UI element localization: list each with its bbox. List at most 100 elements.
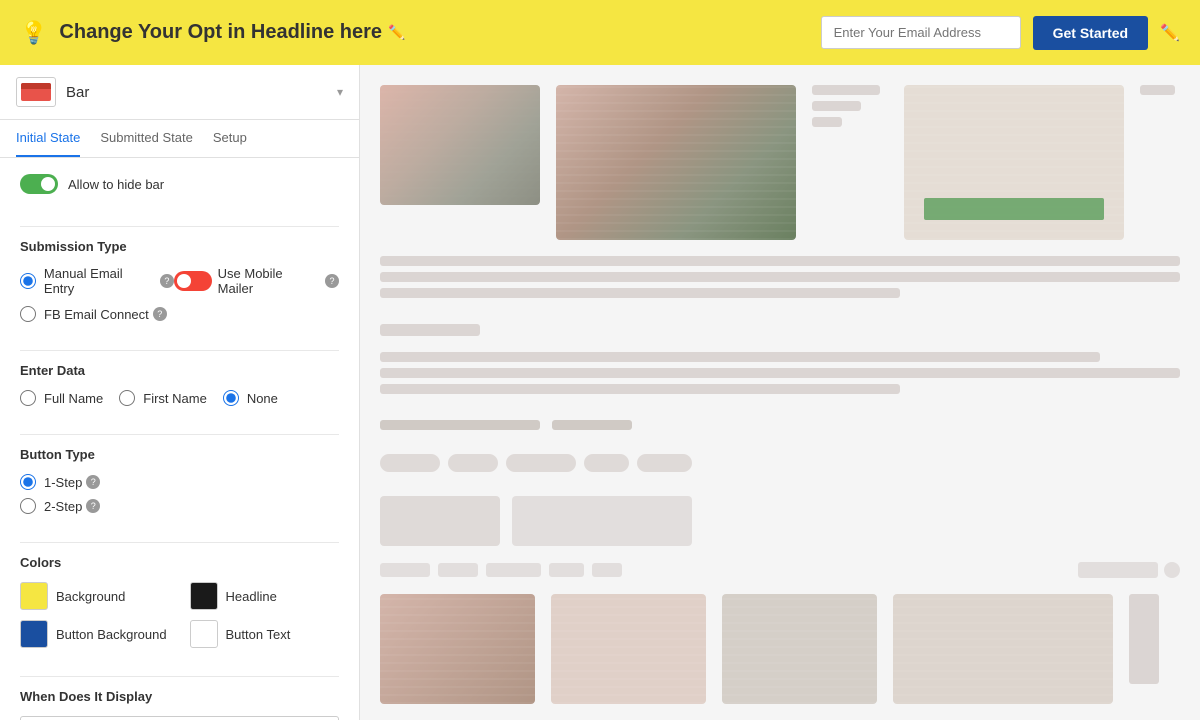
button-bg-color-item[interactable]: Button Background (20, 620, 170, 648)
firstname-label: First Name (143, 391, 207, 406)
firstname-radio-row: First Name (119, 390, 207, 406)
meta-pill-right-1 (1078, 562, 1158, 578)
text-line (380, 420, 540, 430)
tab-submitted-state[interactable]: Submitted State (100, 120, 193, 157)
email-input[interactable] (821, 16, 1021, 49)
bar-type-selector[interactable]: Bar ▾ (0, 65, 359, 120)
manual-email-radio[interactable] (20, 273, 36, 289)
mobile-mailer-row: Use Mobile Mailer ? (174, 266, 339, 296)
tabs: Initial State Submitted State Setup (0, 120, 359, 158)
big-title-block-2 (512, 496, 692, 546)
allow-hide-toggle[interactable] (20, 174, 58, 194)
mobile-mailer-toggle[interactable] (174, 271, 212, 291)
meta-left (380, 563, 622, 577)
button-text-color-label: Button Text (226, 627, 291, 642)
tag-4 (584, 454, 629, 472)
1step-radio[interactable] (20, 474, 36, 490)
fb-email-radio[interactable] (20, 306, 36, 322)
tag-1 (380, 454, 440, 472)
preview-image-6 (722, 594, 877, 704)
preview-image-1 (380, 85, 540, 205)
background-color-swatch[interactable] (20, 582, 48, 610)
text-line-short (380, 324, 480, 336)
preview-image-4 (380, 594, 535, 704)
fullname-label: Full Name (44, 391, 103, 406)
preview-image-3 (904, 85, 1124, 240)
lightbulb-icon: 💡 (20, 20, 47, 46)
allow-hide-section: Allow to hide bar (0, 174, 359, 214)
blurred-content-5 (551, 594, 706, 704)
get-started-button[interactable]: Get Started (1033, 16, 1148, 50)
colors-grid: Background Headline Button Background Bu… (20, 582, 339, 648)
1step-radio-row: 1-Step ? (20, 474, 339, 490)
right-panel (360, 65, 1200, 720)
manual-email-label: Manual Email Entry ? (44, 266, 174, 296)
preview-image-7 (893, 594, 1113, 704)
manual-help-icon[interactable]: ? (160, 274, 174, 288)
preview-image-2 (556, 85, 796, 240)
colors-section: Colors Background Headline Button Backgr… (0, 555, 359, 664)
fb-email-label: FB Email Connect ? (44, 307, 167, 322)
side-text-2 (1129, 594, 1180, 704)
submission-type-section: Submission Type Manual Email Entry ? U (0, 239, 359, 338)
meta-pill-5 (592, 563, 622, 577)
background-color-item[interactable]: Background (20, 582, 170, 610)
2step-label: 2-Step ? (44, 499, 100, 514)
2step-radio[interactable] (20, 498, 36, 514)
none-radio[interactable] (223, 390, 239, 406)
meta-row (380, 562, 1180, 578)
side-text (1140, 85, 1180, 95)
blurred-content-2 (556, 85, 796, 240)
2step-help-icon[interactable]: ? (86, 499, 100, 513)
button-type-section: Button Type 1-Step ? 2-Step ? (0, 447, 359, 530)
headline-color-label: Headline (226, 589, 277, 604)
meta-right (1078, 562, 1180, 578)
text-line (1129, 594, 1159, 684)
text-line (380, 368, 1180, 378)
big-title-area (380, 496, 1180, 546)
meta-pill-2 (438, 563, 478, 577)
mobile-mailer-label: Use Mobile Mailer ? (218, 266, 339, 296)
when-display-dropdown-wrapper: Immediately After 5 seconds After 10 sec… (20, 716, 339, 720)
bar-edit-icon[interactable]: ✏️ (1160, 23, 1180, 43)
bar-icon-preview (16, 77, 56, 107)
meta-pill-3 (486, 563, 541, 577)
headline-color-swatch[interactable] (190, 582, 218, 610)
when-display-title: When Does It Display (20, 689, 339, 704)
firstname-radio[interactable] (119, 390, 135, 406)
button-bg-color-swatch[interactable] (20, 620, 48, 648)
button-text-color-item[interactable]: Button Text (190, 620, 340, 648)
divider-3 (20, 434, 339, 435)
allow-hide-label: Allow to hide bar (68, 177, 164, 192)
tab-initial-state[interactable]: Initial State (16, 120, 80, 157)
headline-color-item[interactable]: Headline (190, 582, 340, 610)
button-text-color-swatch[interactable] (190, 620, 218, 648)
fullname-radio[interactable] (20, 390, 36, 406)
mobile-help-icon[interactable]: ? (325, 274, 339, 288)
text-lines-2 (380, 256, 1180, 298)
bar-type-label: Bar (66, 84, 327, 101)
none-radio-row: None (223, 390, 278, 406)
headline-edit-icon[interactable]: ✏️ (388, 24, 405, 41)
1step-help-icon[interactable]: ? (86, 475, 100, 489)
fb-help-icon[interactable]: ? (153, 307, 167, 321)
text-line (380, 272, 1180, 282)
tag-5 (637, 454, 692, 472)
tab-setup[interactable]: Setup (213, 120, 247, 157)
enter-data-radios: Full Name First Name None (20, 390, 339, 406)
1step-label: 1-Step ? (44, 475, 100, 490)
enter-data-title: Enter Data (20, 363, 339, 378)
big-title-block-1 (380, 496, 500, 546)
meta-pill-1 (380, 563, 430, 577)
link-row (380, 420, 1180, 430)
fullname-radio-row: Full Name (20, 390, 103, 406)
text-line (380, 384, 900, 394)
tag-3 (506, 454, 576, 472)
optin-bar-headline: Change Your Opt in Headline here ✏️ (59, 21, 808, 44)
submission-type-title: Submission Type (20, 239, 339, 254)
blurred-content-7 (893, 594, 1113, 704)
divider-2 (20, 350, 339, 351)
divider-4 (20, 542, 339, 543)
text-line (812, 85, 880, 95)
when-display-select[interactable]: Immediately After 5 seconds After 10 sec… (20, 716, 339, 720)
